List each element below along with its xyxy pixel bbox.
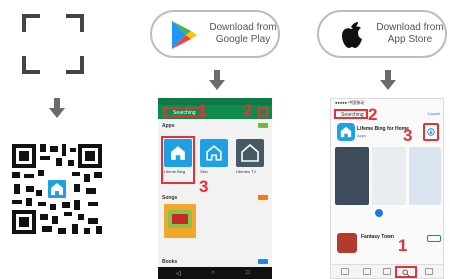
app-store-search-bar[interactable]: Searching Cancel [334, 109, 442, 119]
section-title-books: Books [162, 259, 178, 265]
get-button-highlight[interactable] [423, 123, 439, 141]
tab-categories-icon[interactable] [363, 268, 371, 275]
iphone: ●●●●● 中国移动 Searching Cancel Lifeme Bing … [330, 98, 444, 279]
tab-featured-icon[interactable] [341, 268, 349, 275]
more-button[interactable] [258, 195, 268, 200]
app-name: Lifemes TV [236, 169, 257, 174]
play-search-highlight[interactable]: Searching [163, 107, 203, 117]
more-button[interactable] [258, 123, 268, 128]
app-screenshot [409, 147, 441, 205]
app-store-search-highlight[interactable]: Searching [334, 109, 368, 119]
android-status-bar [158, 98, 272, 105]
arrow-down-icon [380, 70, 396, 90]
play-store-content: Apps Lifeme Bing Skin Lifemes TV Songs B… [158, 119, 272, 267]
app-title: Lifeme Bing for Home [357, 126, 409, 132]
app-title: Fantasy Town [361, 234, 394, 240]
play-store-search-bar[interactable]: Searching [158, 105, 272, 119]
tab-updates-icon[interactable] [425, 268, 433, 275]
app-icon-skin[interactable] [200, 139, 228, 167]
song-cover-image[interactable] [164, 204, 196, 238]
download-icon [427, 128, 435, 136]
android-nav-bar: ◁ ○ □ [158, 267, 272, 279]
section-title-apps: Apps [162, 123, 175, 129]
app-screenshot [335, 147, 369, 205]
app-subtitle: Apps [357, 133, 367, 138]
app-store-label: Download from App Store [376, 22, 444, 45]
ios-status-bar: ●●●●● 中国移动 [331, 99, 443, 107]
home-nav-icon[interactable]: ○ [211, 270, 215, 276]
page-indicator-dot [375, 209, 383, 217]
search-icon[interactable] [258, 107, 268, 117]
apple-logo-icon [342, 22, 362, 48]
app-icon-lifemes-tv[interactable] [236, 139, 264, 167]
app-screenshot [372, 147, 406, 205]
app-store-badge[interactable]: Download from App Store [317, 10, 447, 58]
scan-frame-icon [22, 14, 84, 74]
google-play-label: Download from Google Play [209, 22, 277, 45]
cancel-button[interactable]: Cancel [428, 111, 440, 116]
step-number-1-android: 1 [198, 101, 208, 120]
back-nav-icon[interactable]: ◁ [176, 270, 181, 277]
step-number-1-ios: 1 [398, 236, 408, 255]
google-play-badge[interactable]: Download from Google Play [150, 10, 280, 58]
more-button[interactable] [258, 259, 268, 264]
recent-apps-nav-icon[interactable]: □ [246, 270, 250, 276]
android-phone: Searching Apps Lifeme Bing Skin Lifemes … [158, 98, 272, 279]
search-icon [402, 269, 410, 277]
ios-tab-bar [331, 264, 443, 278]
qr-code [12, 144, 102, 234]
arrow-down-icon [49, 98, 65, 118]
app-icon-lifeme-bing[interactable] [337, 123, 355, 141]
arrow-down-icon [209, 70, 225, 90]
tab-search-highlight[interactable] [395, 266, 417, 278]
app-icon-fantasy-town[interactable] [337, 233, 357, 253]
step-number-2-ios: 2 [368, 105, 378, 124]
tab-top-charts-icon[interactable] [383, 268, 391, 275]
ios-status-text: ●●●●● 中国移动 [335, 100, 365, 105]
app-logo-icon [46, 178, 68, 200]
step-number-2-android: 2 [243, 101, 253, 120]
google-play-icon [172, 21, 197, 49]
step-number-3-android: 3 [199, 177, 209, 196]
get-button[interactable] [427, 235, 441, 242]
step-number-3-ios: 3 [403, 126, 413, 145]
app-name: Lifeme Bing [164, 169, 186, 174]
play-search-text: Searching [173, 110, 196, 116]
app-store-search-text: Searching [341, 112, 364, 118]
app-icon-lifeme-bing[interactable] [164, 139, 192, 167]
section-title-songs: Songs [162, 195, 178, 201]
app-name: Skin [200, 169, 208, 174]
